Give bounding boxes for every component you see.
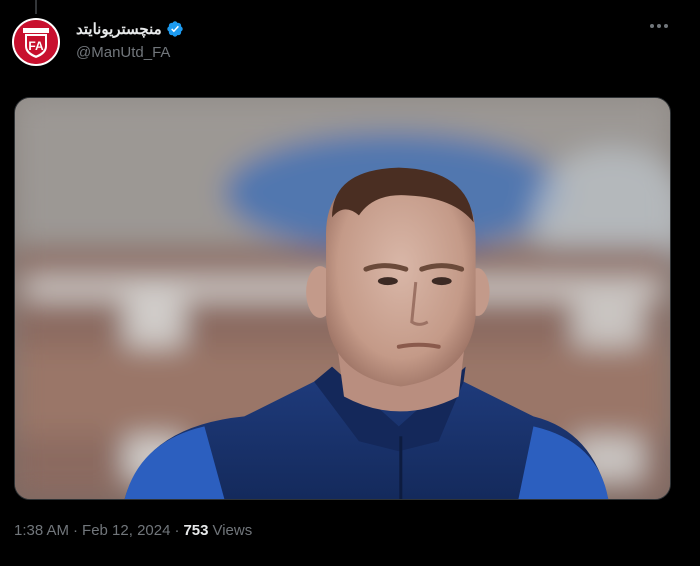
meta-separator: · [174,522,180,539]
club-crest-icon: FA [14,20,58,64]
display-name[interactable]: منچستریونایتد [76,20,162,38]
thread-connector-line [35,0,37,14]
more-dot [657,24,661,28]
tweet-photo[interactable] [14,97,671,500]
more-options-icon[interactable] [650,24,668,28]
tweet-metadata: 1:38 AM · Feb 12, 2024 · 753 Views [14,522,252,539]
more-dot [664,24,668,28]
tweet-date[interactable]: Feb 12, 2024 [82,522,170,539]
more-dot [650,24,654,28]
views-count: 753 [183,522,209,539]
verified-badge-icon [166,21,183,37]
svg-text:FA: FA [28,39,44,53]
meta-separator: · [73,522,79,539]
avatar[interactable]: FA [12,18,60,66]
player-portrait-image [15,98,670,499]
views-label: Views [212,522,253,539]
author-name-row[interactable]: منچستریونایتد [76,18,184,40]
author-handle[interactable]: @ManUtd_FA [76,44,170,61]
tweet-time[interactable]: 1:38 AM [14,522,69,539]
